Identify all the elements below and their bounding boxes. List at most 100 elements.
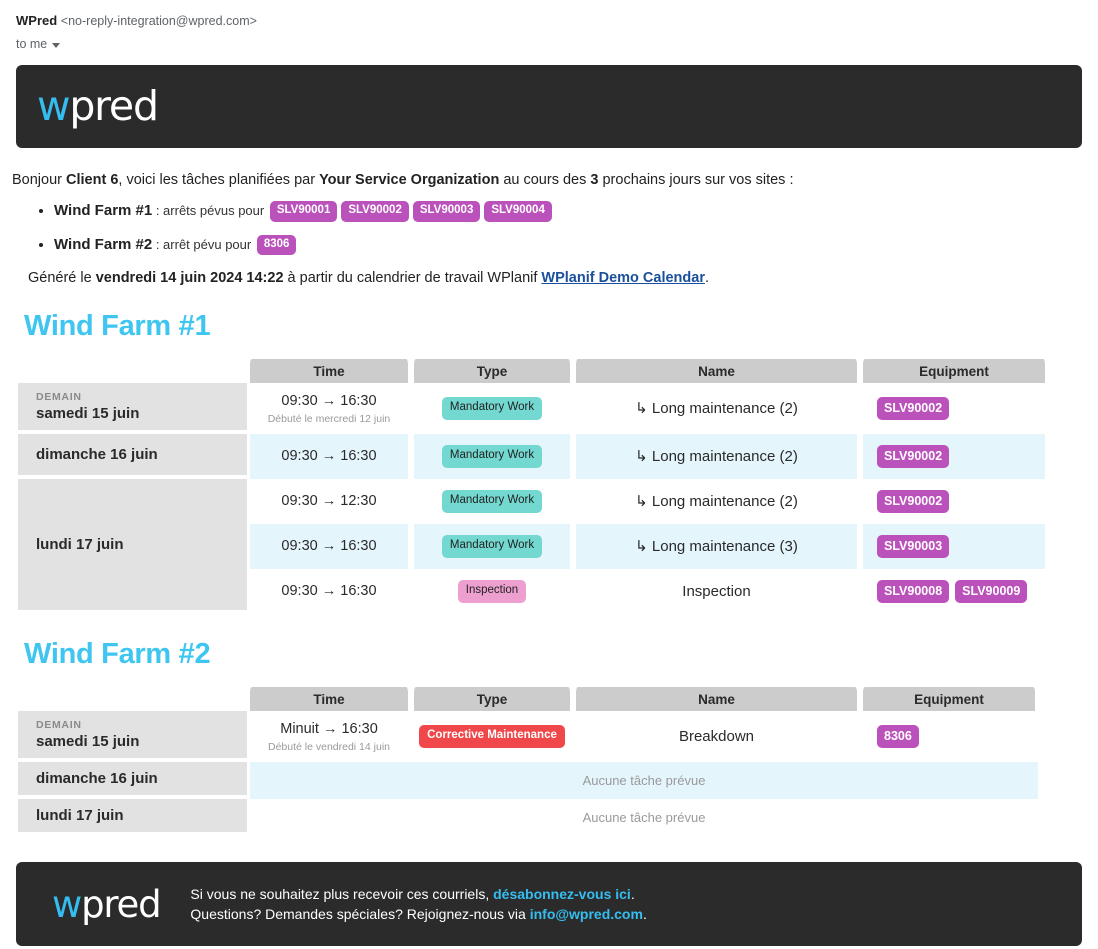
equipment-badge: SLV90008	[877, 580, 949, 604]
wpred-logo: wpred	[37, 86, 158, 127]
unsubscribe-prefix: Si vous ne souhaitez plus recevoir ces c…	[190, 886, 493, 902]
table-row: DEMAIN samedi 15 juin 09:30 → 16:30 Débu…	[18, 383, 1048, 434]
farm-note: : arrêt pévu pour	[152, 237, 255, 252]
type-cell: Corrective Maintenance	[411, 711, 573, 762]
wplanif-calendar-link[interactable]: WPlanif Demo Calendar	[541, 270, 705, 286]
generated-datetime: vendredi 14 juin 2024 14:22	[96, 270, 284, 286]
column-header-day	[18, 687, 247, 711]
name-cell: Breakdown	[573, 711, 860, 762]
time-range: 09:30 → 16:30	[250, 392, 408, 411]
name-cell: ↳ Long maintenance (2)	[573, 383, 860, 434]
equipment-badge: SLV90001	[270, 201, 338, 222]
column-header-time: Time	[247, 687, 411, 711]
time-range: 09:30 → 16:30	[250, 537, 408, 556]
footer-line-1: Si vous ne souhaitez plus recevoir ces c…	[190, 884, 646, 904]
day-label: samedi 15 juin	[36, 405, 247, 422]
mail-header: WPred <no-reply-integration@wpred.com> t…	[0, 0, 1098, 51]
wpred-logo-footer: wpred	[52, 886, 160, 923]
contact-prefix: Questions? Demandes spéciales? Rejoignez…	[190, 906, 529, 922]
equipment-cell: SLV90002	[860, 383, 1048, 434]
intro-mid: , voici les tâches planifiées par	[118, 172, 319, 188]
table-row: lundi 17 juin Aucune tâche prévue	[18, 799, 1038, 836]
status-badge: Inspection	[458, 580, 526, 603]
unsubscribe-link[interactable]: désabonnez-vous ici	[493, 886, 631, 902]
time-started-note: Débuté le vendredi 14 juin	[250, 741, 408, 753]
time-range: 09:30 → 12:30	[250, 492, 408, 511]
intro-mid2: au cours des	[499, 172, 590, 188]
logo-rest: pred	[81, 883, 160, 926]
column-header-type: Type	[411, 359, 573, 383]
time-cell: 09:30 → 12:30	[247, 479, 411, 524]
table-row: DEMAIN samedi 15 juin Minuit → 16:30 Déb…	[18, 711, 1038, 762]
email-banner: wpred	[16, 65, 1082, 148]
footer-line-2: Questions? Demandes spéciales? Rejoignez…	[190, 904, 646, 924]
day-cell: lundi 17 juin	[18, 479, 247, 614]
table-row: lundi 17 juin 09:30 → 12:30 Mandatory Wo…	[18, 479, 1048, 524]
empty-state-label: Aucune tâche prévue	[247, 762, 1038, 799]
name-cell: Inspection	[573, 569, 860, 614]
status-badge: Mandatory Work	[442, 397, 542, 420]
table-row: dimanche 16 juin 09:30 → 16:30 Mandatory…	[18, 434, 1048, 479]
page-title: Wind Farm #1	[24, 310, 1098, 343]
intro-greeting: Bonjour	[12, 172, 66, 188]
task-name: ↳ Long maintenance (3)	[635, 538, 798, 555]
contact-email-link[interactable]: info@wpred.com	[530, 906, 643, 922]
unsubscribe-suffix: .	[631, 886, 635, 902]
farm-summary-list: Wind Farm #1 : arrêts pévus pour SLV9000…	[0, 201, 1098, 255]
time-started-note: Débuté le mercredi 12 juin	[250, 413, 408, 425]
type-cell: Mandatory Work	[411, 434, 573, 479]
column-header-type: Type	[411, 687, 573, 711]
mail-from-line: WPred <no-reply-integration@wpred.com>	[16, 12, 1082, 30]
equipment-badge: SLV90002	[877, 445, 949, 469]
generated-mid: à partir du calendrier de travail WPlani…	[284, 270, 542, 286]
task-name: ↳ Long maintenance (2)	[635, 493, 798, 510]
day-label: dimanche 16 juin	[36, 446, 247, 463]
time-range: Minuit → 16:30	[250, 720, 408, 739]
equipment-cell: SLV90003	[860, 524, 1048, 569]
day-label: samedi 15 juin	[36, 733, 247, 750]
equipment-cell: SLV90002	[860, 479, 1048, 524]
equipment-cell: SLV90008SLV90009	[860, 569, 1048, 614]
mail-recipient-row[interactable]: to me	[16, 37, 1082, 51]
time-cell: 09:30 → 16:30	[247, 524, 411, 569]
time-cell: Minuit → 16:30 Débuté le vendredi 14 jui…	[247, 711, 411, 762]
type-cell: Mandatory Work	[411, 524, 573, 569]
task-name: Inspection	[682, 583, 750, 600]
generated-prefix: Généré le	[28, 270, 96, 286]
logo-w-letter: w	[52, 883, 81, 926]
table-header-row: Time Type Name Equipment	[18, 359, 1048, 383]
chevron-down-icon[interactable]	[52, 43, 60, 48]
intro-paragraph: Bonjour Client 6, voici les tâches plani…	[12, 170, 1082, 190]
farm-name: Wind Farm #2	[54, 236, 152, 253]
equipment-badge: SLV90002	[341, 201, 409, 222]
equipment-badge: SLV90004	[484, 201, 552, 222]
schedule-table-farm-2: Time Type Name Equipment DEMAIN samedi 1…	[0, 687, 1098, 836]
time-cell: 09:30 → 16:30	[247, 434, 411, 479]
equipment-badge: SLV90003	[413, 201, 481, 222]
time-range: 09:30 → 16:30	[250, 447, 408, 466]
type-cell: Mandatory Work	[411, 383, 573, 434]
name-cell: ↳ Long maintenance (2)	[573, 479, 860, 524]
equipment-cell: 8306	[860, 711, 1038, 762]
column-header-name: Name	[573, 359, 860, 383]
schedule-table-farm-1: Time Type Name Equipment DEMAIN samedi 1…	[0, 359, 1098, 614]
status-badge: Mandatory Work	[442, 490, 542, 513]
empty-state-label: Aucune tâche prévue	[247, 799, 1038, 836]
footer-text: Si vous ne souhaitez plus recevoir ces c…	[190, 884, 646, 924]
column-header-equipment: Equipment	[860, 687, 1038, 711]
intro-org: Your Service Organization	[319, 172, 499, 188]
equipment-badge: 8306	[257, 235, 297, 256]
logo-w-letter: w	[37, 82, 69, 130]
table-row: dimanche 16 juin Aucune tâche prévue	[18, 762, 1038, 799]
day-badge: DEMAIN	[36, 719, 247, 731]
equipment-badge: SLV90002	[877, 490, 949, 514]
sender-address: <no-reply-integration@wpred.com>	[61, 14, 257, 28]
name-cell: ↳ Long maintenance (3)	[573, 524, 860, 569]
time-range: 09:30 → 16:30	[250, 582, 408, 601]
email-footer: wpred Si vous ne souhaitez plus recevoir…	[16, 862, 1082, 946]
day-badge: DEMAIN	[36, 391, 247, 403]
time-cell: 09:30 → 16:30	[247, 569, 411, 614]
equipment-badge: 8306	[877, 725, 919, 749]
time-cell: 09:30 → 16:30 Débuté le mercredi 12 juin	[247, 383, 411, 434]
generated-suffix: .	[705, 270, 709, 286]
